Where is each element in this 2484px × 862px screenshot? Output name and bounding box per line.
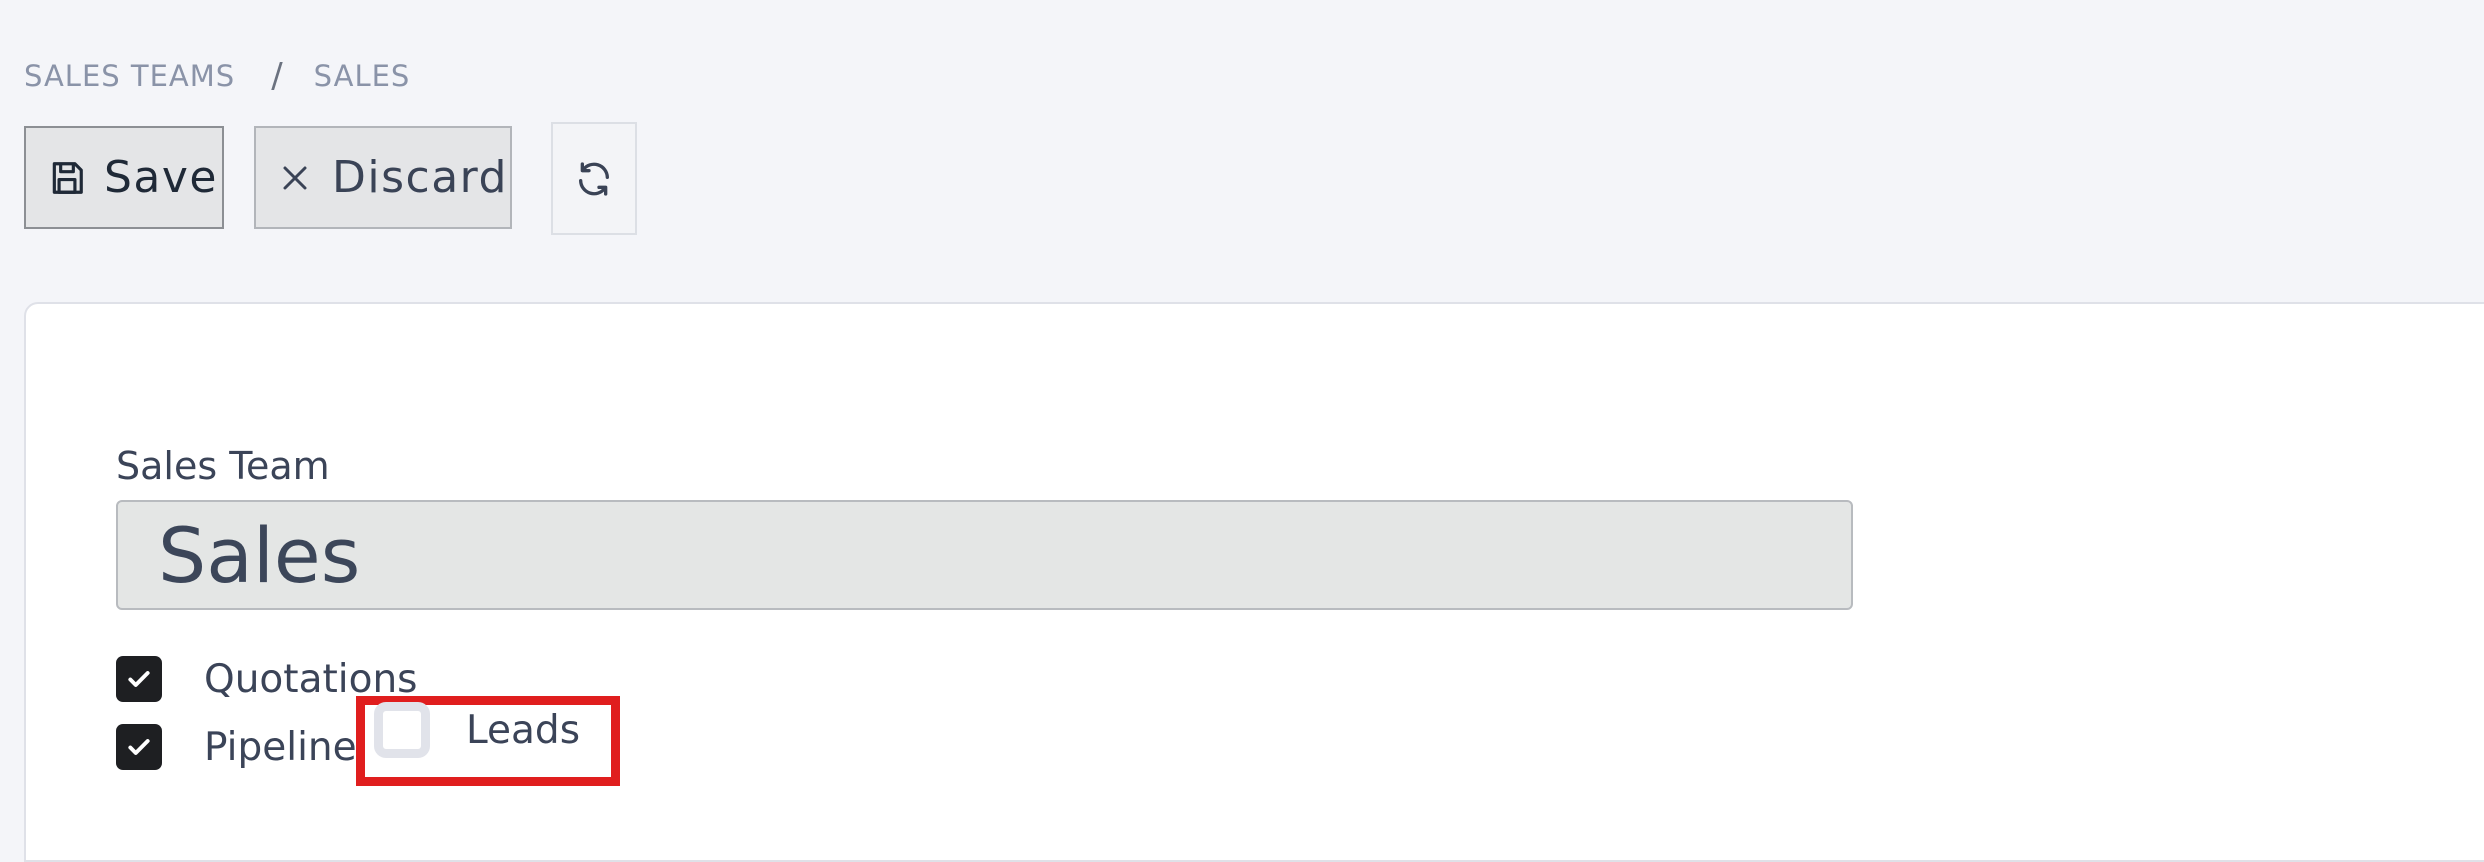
reload-button[interactable] (551, 122, 637, 235)
close-icon (280, 163, 310, 193)
save-button-label: Save (104, 152, 219, 203)
quotations-label[interactable]: Quotations (204, 657, 418, 702)
leads-option: Leads (374, 702, 580, 758)
floppy-disk-icon (48, 159, 86, 197)
pipeline-label[interactable]: Pipeline (204, 725, 357, 770)
quotations-checkbox[interactable] (116, 656, 162, 702)
discard-button-label: Discard (332, 152, 508, 203)
checkmark-icon (128, 739, 150, 755)
pipeline-option: Pipeline (116, 724, 357, 770)
breadcrumb: SALES TEAMS / SALES (24, 56, 410, 96)
leads-label[interactable]: Leads (466, 708, 580, 753)
pipeline-checkbox[interactable] (116, 724, 162, 770)
breadcrumb-current: SALES (313, 59, 411, 93)
refresh-icon (574, 159, 614, 199)
checkmark-icon (128, 671, 150, 687)
breadcrumb-sales-teams-link[interactable]: SALES TEAMS (24, 59, 235, 93)
form-sheet: Sales Team Quotations Pipeline Leads (24, 302, 2484, 862)
sales-team-name-input[interactable] (116, 500, 1853, 610)
leads-checkbox[interactable] (374, 702, 430, 758)
sales-team-label: Sales Team (116, 444, 330, 488)
discard-button[interactable]: Discard (254, 126, 512, 229)
breadcrumb-separator: / (271, 56, 284, 96)
save-button[interactable]: Save (24, 126, 224, 229)
